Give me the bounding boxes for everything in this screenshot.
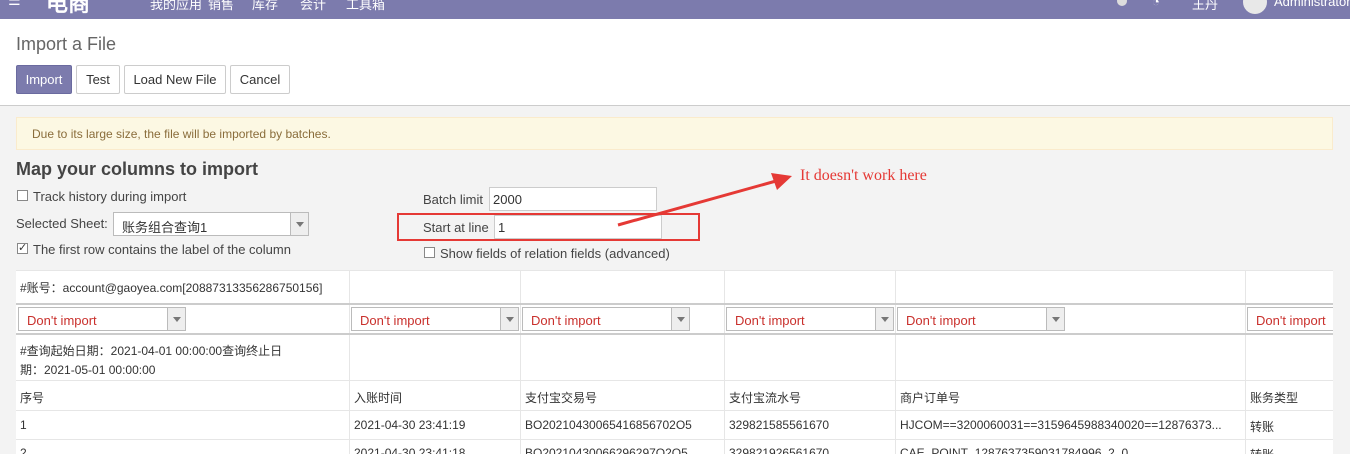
query-date-cell-cont: 期：2021-05-01 00:00:00 xyxy=(20,363,156,377)
table-cell: 转账 xyxy=(1250,446,1274,454)
chevron-down-icon xyxy=(1046,308,1064,330)
import-preview-table: #账号：account@gaoyea.com[20887313356286750… xyxy=(16,270,1333,454)
table-cell: 2021-04-30 23:41:19 xyxy=(354,418,466,432)
table-header-cell: 序号 xyxy=(20,391,45,405)
table-cell: HJCOM==3200060031==3159645988340020==128… xyxy=(900,418,1222,432)
table-header-cell: 入账时间 xyxy=(354,391,403,405)
table-cell: 329821926561670 xyxy=(729,446,830,454)
table-cell: 2 xyxy=(20,446,27,454)
column-mapping-select[interactable]: Don't import xyxy=(726,307,894,331)
table-cell: BO20210430065416856702O5 xyxy=(525,418,692,432)
table-header-cell: 账务类型 xyxy=(1250,391,1299,405)
column-mapping-select[interactable]: Don't import xyxy=(1247,307,1333,331)
table-header-cell: 支付宝流水号 xyxy=(729,391,802,405)
table-cell: 2021-04-30 23:41:18 xyxy=(354,446,466,454)
annotation-text: It doesn't work here xyxy=(800,167,927,184)
chevron-down-icon xyxy=(500,308,518,330)
table-header-cell: 支付宝交易号 xyxy=(525,391,598,405)
table-cell: 329821585561670 xyxy=(729,418,830,432)
chevron-down-icon xyxy=(167,308,185,330)
column-mapping-select[interactable]: Don't import xyxy=(18,307,186,331)
query-date-cell: #查询起始日期：2021-04-01 00:00:00查询终止日 xyxy=(20,344,283,358)
table-cell: CAE_POINT_1287637359031784996_2_0 xyxy=(900,446,1129,454)
column-mapping-select[interactable]: Don't import xyxy=(522,307,690,331)
account-info-cell: #账号：account@gaoyea.com[20887313356286750… xyxy=(20,281,323,295)
chevron-down-icon xyxy=(875,308,893,330)
column-mapping-select[interactable]: Don't import xyxy=(351,307,519,331)
table-cell: BO20210430066296297O2O5 xyxy=(525,446,688,454)
table-cell: 转账 xyxy=(1250,420,1275,434)
chevron-down-icon xyxy=(671,308,689,330)
table-cell: 1 xyxy=(20,418,27,432)
table-header-cell: 商户订单号 xyxy=(900,391,961,405)
column-mapping-select[interactable]: Don't import xyxy=(897,307,1065,331)
